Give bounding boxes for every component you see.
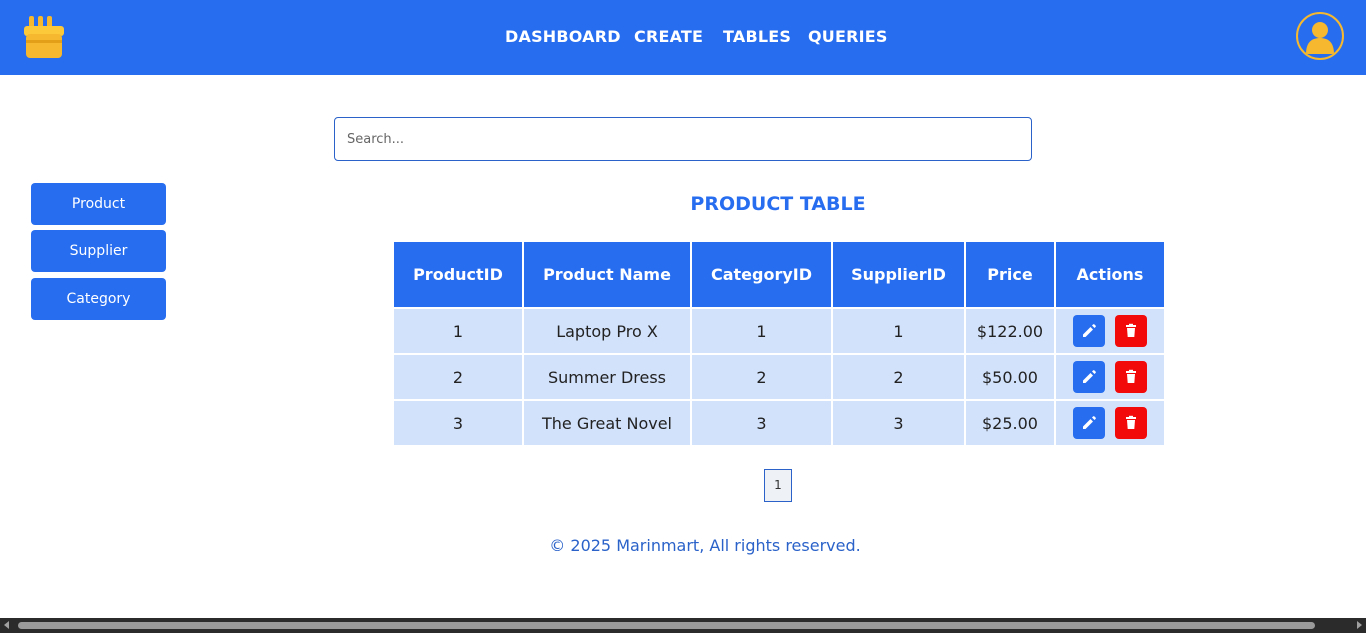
column-header: ProductID xyxy=(392,240,524,309)
pencil-icon xyxy=(1083,416,1097,429)
cell-category-id: 2 xyxy=(690,353,833,401)
search-input[interactable] xyxy=(334,117,1032,161)
trash-icon xyxy=(1125,415,1136,429)
scrollbar-thumb[interactable] xyxy=(18,622,1315,629)
cell-price: $25.00 xyxy=(964,399,1056,447)
cell-product-id: 2 xyxy=(392,353,524,401)
column-header: Product Name xyxy=(522,240,692,309)
cell-actions xyxy=(1054,399,1166,447)
nav-dashboard[interactable]: DASHBOARD xyxy=(505,27,621,46)
cell-price: $122.00 xyxy=(964,307,1056,355)
cell-actions xyxy=(1054,307,1166,355)
cell-supplier-id: 2 xyxy=(831,353,966,401)
nav-queries[interactable]: QUERIES xyxy=(808,27,888,46)
column-header: Price xyxy=(964,240,1056,309)
product-table: ProductID Product Name CategoryID Suppli… xyxy=(392,240,1166,447)
nav-create[interactable]: CREATE xyxy=(634,27,703,46)
delete-button[interactable] xyxy=(1114,315,1147,347)
horizontal-scrollbar[interactable] xyxy=(0,618,1366,633)
sidebar-item-category[interactable]: Category xyxy=(31,278,166,320)
cell-product-name: The Great Novel xyxy=(522,399,692,447)
pencil-icon xyxy=(1083,370,1097,383)
user-avatar-icon[interactable] xyxy=(1296,12,1344,60)
scroll-right-icon[interactable] xyxy=(1357,621,1362,629)
delete-button[interactable] xyxy=(1114,361,1147,393)
edit-button[interactable] xyxy=(1073,407,1106,439)
trash-icon xyxy=(1125,369,1136,383)
column-header: Actions xyxy=(1054,240,1166,309)
cell-price: $50.00 xyxy=(964,353,1056,401)
sidebar-item-supplier[interactable]: Supplier xyxy=(31,230,166,272)
cell-supplier-id: 1 xyxy=(831,307,966,355)
cell-product-name: Laptop Pro X xyxy=(522,307,692,355)
cell-product-id: 3 xyxy=(392,399,524,447)
cell-product-id: 1 xyxy=(392,307,524,355)
cell-actions xyxy=(1054,353,1166,401)
trash-icon xyxy=(1125,323,1136,337)
column-header: CategoryID xyxy=(690,240,833,309)
cell-category-id: 1 xyxy=(690,307,833,355)
cell-product-name: Summer Dress xyxy=(522,353,692,401)
pencil-icon xyxy=(1083,324,1097,337)
cell-category-id: 3 xyxy=(690,399,833,447)
table-row: 1 Laptop Pro X 1 1 $122.00 xyxy=(392,307,1166,355)
cell-supplier-id: 3 xyxy=(831,399,966,447)
footer-copyright: © 2025 Marinmart, All rights reserved. xyxy=(549,536,861,555)
main-nav: DASHBOARD CREATE TABLES QUERIES xyxy=(0,0,1366,75)
column-header: SupplierID xyxy=(831,240,966,309)
scroll-left-icon[interactable] xyxy=(4,621,9,629)
table-header-row: ProductID Product Name CategoryID Suppli… xyxy=(392,240,1166,309)
nav-tables[interactable]: TABLES xyxy=(723,27,791,46)
delete-button[interactable] xyxy=(1114,407,1147,439)
table-title: PRODUCT TABLE xyxy=(690,193,866,215)
edit-button[interactable] xyxy=(1073,361,1106,393)
top-navbar: DASHBOARD CREATE TABLES QUERIES xyxy=(0,0,1366,75)
pagination-page-button[interactable]: 1 xyxy=(764,469,792,502)
table-row: 2 Summer Dress 2 2 $50.00 xyxy=(392,353,1166,401)
sidebar-item-product[interactable]: Product xyxy=(31,183,166,225)
table-row: 3 The Great Novel 3 3 $25.00 xyxy=(392,399,1166,447)
edit-button[interactable] xyxy=(1073,315,1106,347)
